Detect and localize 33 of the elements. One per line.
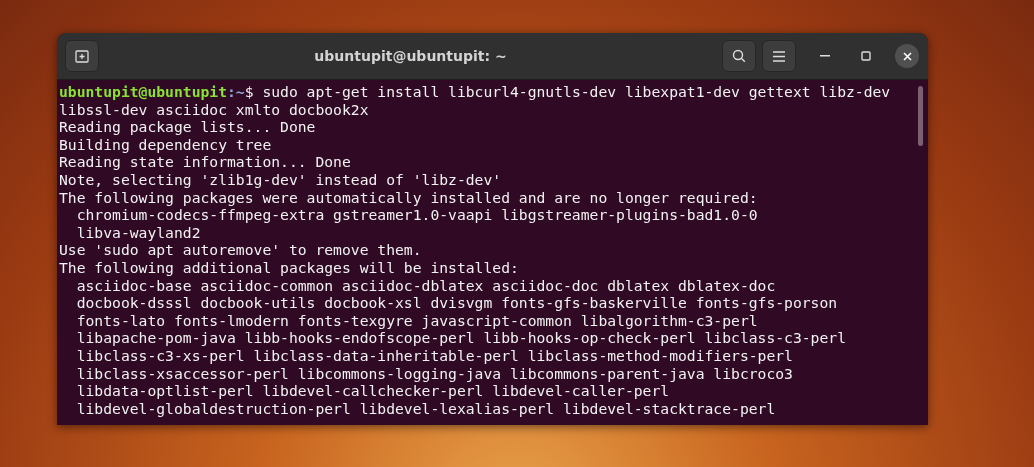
search-icon bbox=[732, 49, 746, 63]
prompt-path: :~ bbox=[227, 83, 245, 100]
menu-button[interactable] bbox=[762, 40, 796, 72]
output-line: libdata-optlist-perl libdevel-callchecker-perl libdevel-caller-perl bbox=[75, 382, 671, 400]
close-button[interactable] bbox=[895, 44, 919, 68]
command-text: $ sudo apt-get install libcurl4-gnutls-dev libexpat1-dev gettext libz-dev bbox=[244, 83, 891, 100]
window-title: ubuntupit@ubuntupit: ~ bbox=[313, 48, 508, 64]
output-line: libclass-xsaccessor-perl libcommons-logging-java libcommons-parent-java libcroco3 bbox=[75, 364, 794, 383]
output-line: libdevel-globaldestruction-perl libdevel-lexalias-perl libdevel-stacktrace-perl bbox=[75, 399, 777, 418]
output-line: asciidoc-base asciidoc-common asciidoc-dblatex asciidoc-doc dblatex dblatex-doc bbox=[75, 276, 777, 295]
output-line: Reading state information... Done bbox=[59, 153, 352, 171]
output-line: Building dependency tree bbox=[59, 135, 273, 154]
output-line: The following additional packages will be installed: bbox=[59, 258, 520, 277]
output-line: chromium-codecs-ffmpeg-extra gstreamer1.0-vaapi libgstreamer-plugins-bad1.0-0 bbox=[75, 206, 759, 224]
close-icon bbox=[902, 51, 912, 61]
output-line: libva-wayland2 bbox=[75, 223, 202, 242]
scrollbar[interactable] bbox=[918, 86, 923, 146]
maximize-icon bbox=[861, 51, 871, 61]
menu-icon bbox=[773, 50, 785, 62]
output-line: Reading package lists... Done bbox=[59, 118, 317, 136]
output-line: libclass-c3-xs-perl libclass-data-inheritable-perl libclass-method-modifiers-perl bbox=[75, 346, 794, 365]
output-line: libssl-dev asciidoc xmlto docbook2x bbox=[59, 100, 370, 119]
minimize-icon bbox=[820, 55, 830, 57]
output-line: docbook-dsssl docbook-utils docbook-xsl dvisvgm fonts-gfs-baskerville fonts-gfs-porson bbox=[75, 294, 839, 312]
new-tab-icon bbox=[75, 49, 89, 63]
output-line: The following packages were automatically installed and are no longer required: bbox=[59, 188, 759, 207]
new-tab-button[interactable] bbox=[65, 40, 99, 72]
search-button[interactable] bbox=[722, 40, 756, 72]
output-line: libapache-pom-java libb-hooks-endofscope-perl libb-hooks-op-check-perl libclass-c3-perl bbox=[75, 329, 847, 347]
output-line: Note, selecting 'zlib1g-dev' instead of 'libz-dev' bbox=[59, 170, 503, 189]
output-line: fonts-lato fonts-lmodern fonts-texgyre javascript-common libalgorithm-c3-perl bbox=[75, 311, 759, 330]
output-line: Use 'sudo apt autoremove' to remove them. bbox=[59, 241, 423, 259]
prompt-user-host: ubuntupit@ubuntupit bbox=[59, 83, 227, 100]
